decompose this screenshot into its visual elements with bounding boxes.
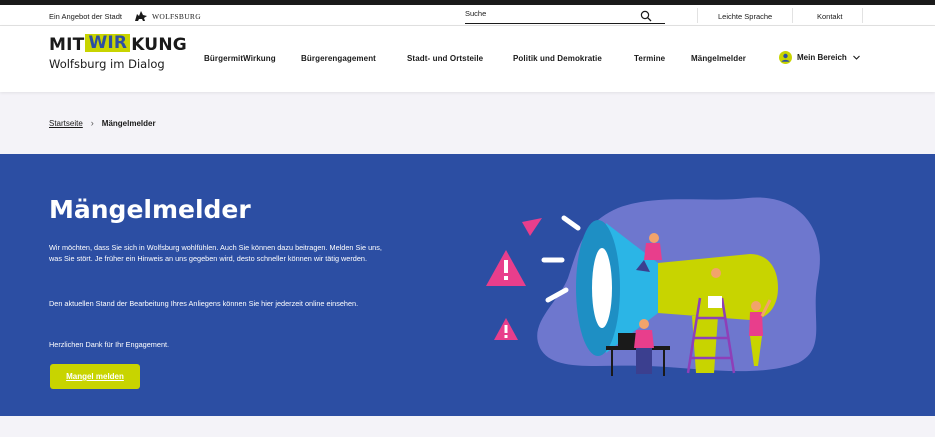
meta-bar: Ein Angebot der Stadt WOLFSBURG Suche Le… bbox=[0, 5, 935, 26]
meta-divider bbox=[862, 8, 863, 23]
site-logo[interactable]: MIT WIR KUNG Wolfsburg im Dialog bbox=[49, 34, 187, 71]
wolf-icon bbox=[134, 11, 147, 21]
breadcrumb-current: Mängelmelder bbox=[101, 118, 156, 128]
nav-item-stadt-ortsteile[interactable]: Stadt- und Ortsteile bbox=[407, 54, 483, 63]
provider-text: Ein Angebot der Stadt bbox=[49, 11, 122, 21]
pink-triangle-shape bbox=[522, 218, 542, 236]
search-label: Suche bbox=[465, 9, 487, 18]
nav-item-maengelmelder[interactable]: Mängelmelder bbox=[691, 54, 746, 63]
report-defect-button[interactable]: Mangel melden bbox=[50, 364, 140, 389]
megaphone-illustration bbox=[486, 197, 820, 376]
meta-divider bbox=[792, 8, 793, 23]
easy-language-link[interactable]: Leichte Sprache bbox=[718, 12, 772, 21]
chevron-down-icon bbox=[852, 55, 860, 60]
warning-triangle-icon bbox=[486, 250, 526, 286]
nav-item-buergerengagement[interactable]: Bürgerengagement bbox=[301, 54, 376, 63]
meta-divider bbox=[697, 8, 698, 23]
nav-item-politik-demokratie[interactable]: Politik und Demokratie bbox=[513, 54, 602, 63]
logo-wir: WIR bbox=[85, 34, 131, 52]
logo-kung: KUNG bbox=[131, 35, 187, 55]
search-field[interactable]: Suche bbox=[465, 8, 665, 24]
city-logo[interactable]: WOLFSBURG bbox=[134, 10, 201, 22]
nav-item-termine[interactable]: Termine bbox=[634, 54, 665, 63]
contact-link[interactable]: Kontakt bbox=[817, 12, 842, 21]
hero-paragraph-status: Den aktuellen Stand der Bearbeitung Ihre… bbox=[49, 299, 359, 308]
hero-paragraph-thanks: Herzlichen Dank für Ihr Engagement. bbox=[49, 340, 170, 349]
warning-triangle-small-icon bbox=[494, 318, 518, 340]
breadcrumb-home-link[interactable]: Startseite bbox=[49, 119, 83, 128]
account-label: Mein Bereich bbox=[797, 53, 847, 62]
breadcrumb-separator-icon: › bbox=[90, 118, 94, 128]
hero-section: Mängelmelder Wir möchten, dass Sie sich … bbox=[0, 154, 935, 416]
main-header: MIT WIR KUNG Wolfsburg im Dialog Bürgerm… bbox=[0, 26, 935, 92]
logo-wordmark: MIT WIR KUNG bbox=[49, 34, 187, 55]
breadcrumb: Startseite › Mängelmelder bbox=[49, 118, 156, 128]
city-logo-text: WOLFSBURG bbox=[151, 11, 201, 21]
search-icon[interactable] bbox=[640, 10, 652, 22]
logo-subtitle: Wolfsburg im Dialog bbox=[49, 57, 165, 71]
logo-mit: MIT bbox=[49, 35, 85, 55]
user-icon bbox=[779, 51, 792, 64]
provider-notice: Ein Angebot der Stadt WOLFSBURG bbox=[49, 10, 201, 22]
page-title: Mängelmelder bbox=[49, 195, 251, 224]
megaphone-opening bbox=[592, 248, 612, 328]
account-menu[interactable]: Mein Bereich bbox=[779, 51, 861, 64]
hero-paragraph-intro: Wir möchten, dass Sie sich in Wolfsburg … bbox=[49, 243, 382, 264]
nav-item-buergermitwirkung[interactable]: BürgermitWirkung bbox=[204, 54, 276, 63]
